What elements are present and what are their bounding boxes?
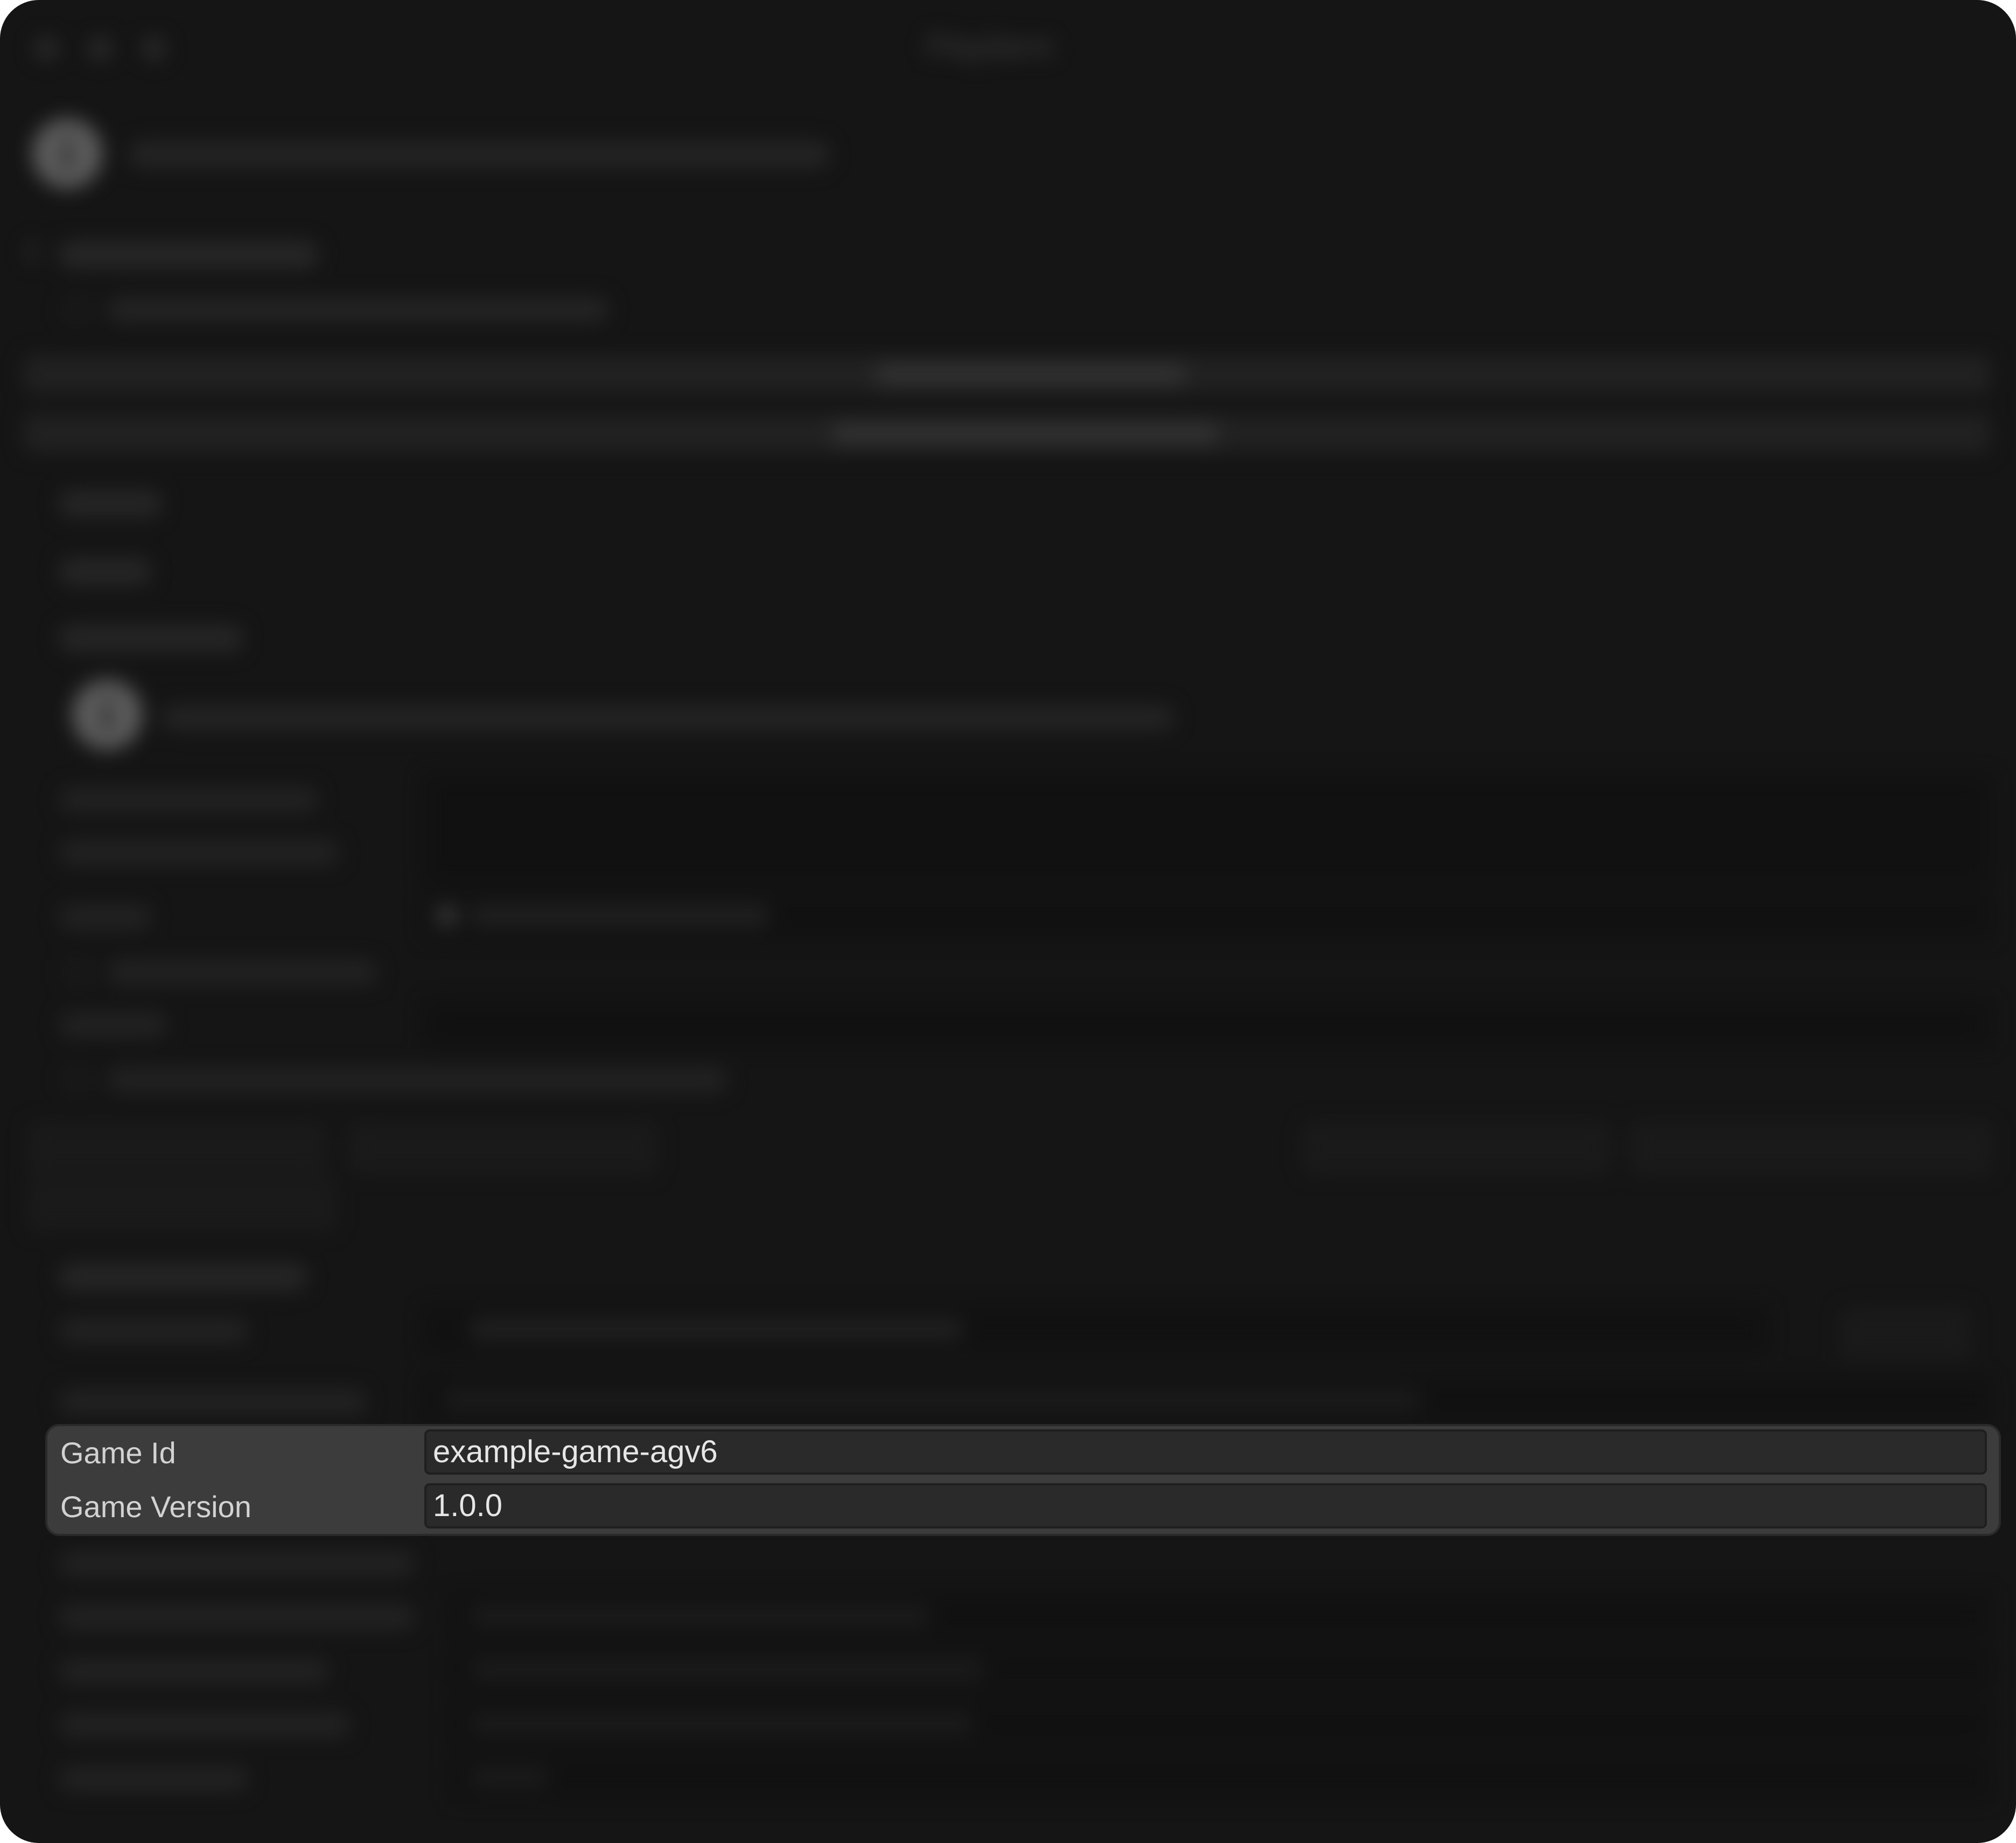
game-id-label: Game Id [60,1436,176,1470]
editor-window: Playfarm i i Game Id example-game-agv6 G… [0,0,2016,1843]
game-id-input[interactable]: example-game-agv6 [424,1429,1987,1475]
game-settings-panel: Game Id example-game-agv6 Game Version 1… [47,1426,1999,1534]
game-version-input[interactable]: 1.0.0 [424,1483,1987,1528]
dim-overlay [0,0,2016,1843]
game-id-row: Game Id example-game-agv6 [47,1426,1999,1480]
game-version-label: Game Version [60,1490,251,1524]
game-version-row: Game Version 1.0.0 [47,1480,1999,1534]
